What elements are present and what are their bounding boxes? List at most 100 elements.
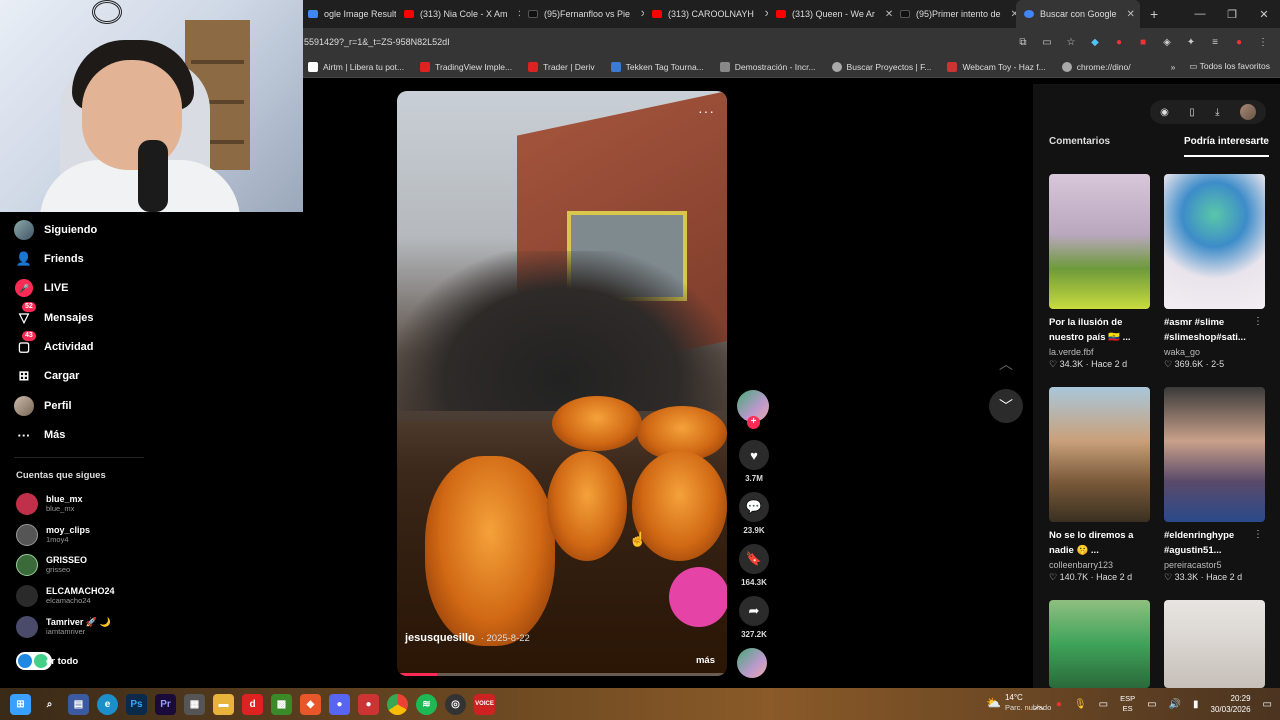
- extensions-puzzle-icon[interactable]: ✦: [1184, 35, 1198, 49]
- bookmark[interactable]: Buscar Proyectos | F...: [824, 61, 940, 72]
- nav-mas[interactable]: ··· Más: [14, 425, 66, 445]
- followed-account[interactable]: Tamriver 🚀 🌙 iamtamriver: [16, 616, 111, 638]
- compass-icon[interactable]: ◉: [1160, 107, 1169, 118]
- card-options-icon[interactable]: ⋮: [1253, 529, 1263, 540]
- notifications-icon[interactable]: ▭: [1263, 699, 1272, 710]
- more-button[interactable]: más: [696, 655, 715, 666]
- file-explorer-icon[interactable]: ▤: [68, 693, 89, 715]
- video-author[interactable]: jesusquesillo: [405, 632, 475, 644]
- followed-account[interactable]: blue_mx blue_mx: [16, 493, 83, 515]
- recommended-video-card[interactable]: [1049, 600, 1150, 688]
- bookmark[interactable]: chrome://dino/: [1054, 61, 1139, 72]
- voicemod-icon[interactable]: VOICE: [474, 693, 495, 715]
- video-thumbnail[interactable]: [1049, 600, 1150, 688]
- url-field[interactable]: 5591429?_r=1&_t=ZS-958N82L52dI: [300, 37, 1016, 47]
- photoshop-icon[interactable]: Ps: [126, 693, 147, 715]
- recommended-video-card[interactable]: Por la ilusión de nuestro país 🇪🇨 ... la…: [1049, 174, 1150, 370]
- chevron-up-icon[interactable]: ︿: [1034, 697, 1044, 712]
- like-action[interactable]: ♥ 3.7M: [737, 440, 771, 483]
- comment-action[interactable]: 💬 23.9K: [737, 492, 771, 535]
- deriv-icon[interactable]: d: [242, 693, 263, 715]
- share-icon[interactable]: ➦: [739, 596, 769, 626]
- browser-tab[interactable]: (313) CAROOLNAYH✕: [644, 0, 768, 28]
- close-window-icon[interactable]: ✕: [1248, 0, 1280, 28]
- playlist-icon[interactable]: ≡: [1208, 35, 1222, 49]
- nav-perfil[interactable]: Perfil: [14, 396, 72, 416]
- heart-icon[interactable]: ♥: [739, 440, 769, 470]
- user-avatar[interactable]: [1239, 104, 1256, 120]
- browser-tab[interactable]: (313) Nia Cole - X Am✕: [396, 0, 520, 28]
- video-player[interactable]: ··· jesusquesillo · 2025-8-22 más: [397, 91, 727, 676]
- browser-tab[interactable]: (313) Queen - We Ar ✕: [768, 0, 892, 28]
- save-action[interactable]: 🔖 164.3K: [737, 544, 771, 587]
- extension-icon[interactable]: ◈: [1160, 35, 1174, 49]
- obs-icon[interactable]: ◎: [445, 693, 466, 715]
- phone-icon[interactable]: ▯: [1189, 107, 1195, 118]
- video-thumbnail[interactable]: [1049, 387, 1150, 522]
- see-all-button[interactable]: er todo: [16, 652, 78, 670]
- chrome-icon[interactable]: [387, 693, 408, 715]
- premiere-icon[interactable]: Pr: [155, 693, 176, 715]
- download-icon[interactable]: ⤓: [1215, 107, 1219, 118]
- bookmark-star-icon[interactable]: ☆: [1064, 35, 1078, 49]
- monitor-icon[interactable]: ▭: [1147, 699, 1156, 710]
- bookmark[interactable]: Demostración - Incr...: [712, 61, 824, 72]
- browser-tab-active[interactable]: Buscar con Google ✕: [1016, 0, 1140, 28]
- close-tab-icon[interactable]: ✕: [885, 9, 892, 20]
- battery-icon[interactable]: ▮: [1193, 699, 1199, 710]
- brave-icon[interactable]: ◆: [300, 693, 321, 715]
- maximize-icon[interactable]: ❐: [1216, 0, 1248, 28]
- video-thumbnail[interactable]: [1164, 387, 1265, 522]
- windows-start-icon[interactable]: ⊞: [10, 693, 31, 715]
- minimize-icon[interactable]: —: [1184, 0, 1216, 28]
- music-disc-icon[interactable]: [737, 648, 767, 678]
- card-user[interactable]: waka_go: [1164, 347, 1265, 357]
- search-icon[interactable]: ⌕: [39, 694, 60, 715]
- app-icon[interactable]: ●: [358, 693, 379, 715]
- next-video-button[interactable]: ﹀: [989, 389, 1023, 423]
- bookmark[interactable]: Airtm | Libera tu pot...: [300, 61, 412, 72]
- followed-account[interactable]: ELCAMACHO24 elcamacho24: [16, 585, 115, 607]
- followed-account[interactable]: moy_clips 1moy4: [16, 524, 90, 546]
- followed-account[interactable]: GRISSEO grisseo: [16, 554, 87, 576]
- extension-icon[interactable]: ◆: [1088, 35, 1102, 49]
- folder-icon[interactable]: ▬: [213, 693, 234, 715]
- video-options-icon[interactable]: ···: [698, 103, 715, 119]
- translate-icon[interactable]: ⧉: [1016, 35, 1030, 49]
- close-tab-icon[interactable]: ✕: [1127, 9, 1135, 20]
- cast-icon[interactable]: ▭: [1040, 35, 1054, 49]
- nav-cargar[interactable]: ⊞ Cargar: [14, 366, 80, 386]
- minecraft-icon[interactable]: ▩: [271, 693, 292, 715]
- video-thumbnail[interactable]: [1164, 174, 1265, 309]
- bookmark-icon[interactable]: 🔖: [739, 544, 769, 574]
- card-user[interactable]: la.verde.fbf: [1049, 347, 1150, 357]
- bookmark[interactable]: TradingView Imple...: [412, 61, 520, 72]
- recommended-video-card[interactable]: No se lo diremos a nadie 🤫 ... colleenba…: [1049, 387, 1150, 583]
- microphone-icon[interactable]: 🎙: [1074, 699, 1087, 710]
- card-options-icon[interactable]: ⋮: [1253, 316, 1263, 327]
- browser-tab[interactable]: (95)Primer intento de ✕: [892, 0, 1016, 28]
- edge-icon[interactable]: e: [97, 693, 118, 715]
- discord-icon[interactable]: ●: [329, 693, 350, 715]
- browser-tab[interactable]: (95)Fernanfloo vs Pie✕: [520, 0, 644, 28]
- tab-comentarios[interactable]: Comentarios: [1049, 136, 1110, 157]
- follow-plus-icon[interactable]: +: [747, 416, 760, 429]
- recommended-video-card[interactable]: #eldenringhype #agustin51... pereiracast…: [1164, 387, 1265, 583]
- nav-mensajes[interactable]: ▽ 52 Mensajes: [14, 302, 94, 328]
- new-tab-icon[interactable]: +: [1140, 6, 1168, 22]
- store-icon[interactable]: ▦: [184, 693, 205, 715]
- volume-icon[interactable]: 🔊: [1169, 699, 1181, 710]
- extension-icon[interactable]: ■: [1136, 35, 1150, 49]
- network-icon[interactable]: ▭: [1099, 699, 1108, 710]
- extension-icon[interactable]: ●: [1112, 35, 1126, 49]
- clock[interactable]: 20:29 30/03/2026: [1211, 693, 1251, 715]
- recommended-video-card[interactable]: [1164, 600, 1265, 688]
- card-user[interactable]: colleenbarry123: [1049, 560, 1150, 570]
- video-thumbnail[interactable]: [1164, 600, 1265, 688]
- video-progress[interactable]: [397, 673, 727, 676]
- video-thumbnail[interactable]: [1049, 174, 1150, 309]
- bookmark[interactable]: Webcam Toy - Haz f...: [939, 61, 1053, 72]
- nav-live[interactable]: 🎤 LIVE: [14, 278, 68, 298]
- share-action[interactable]: ➦ 327.2K: [737, 596, 771, 639]
- card-user[interactable]: pereiracastor5: [1164, 560, 1265, 570]
